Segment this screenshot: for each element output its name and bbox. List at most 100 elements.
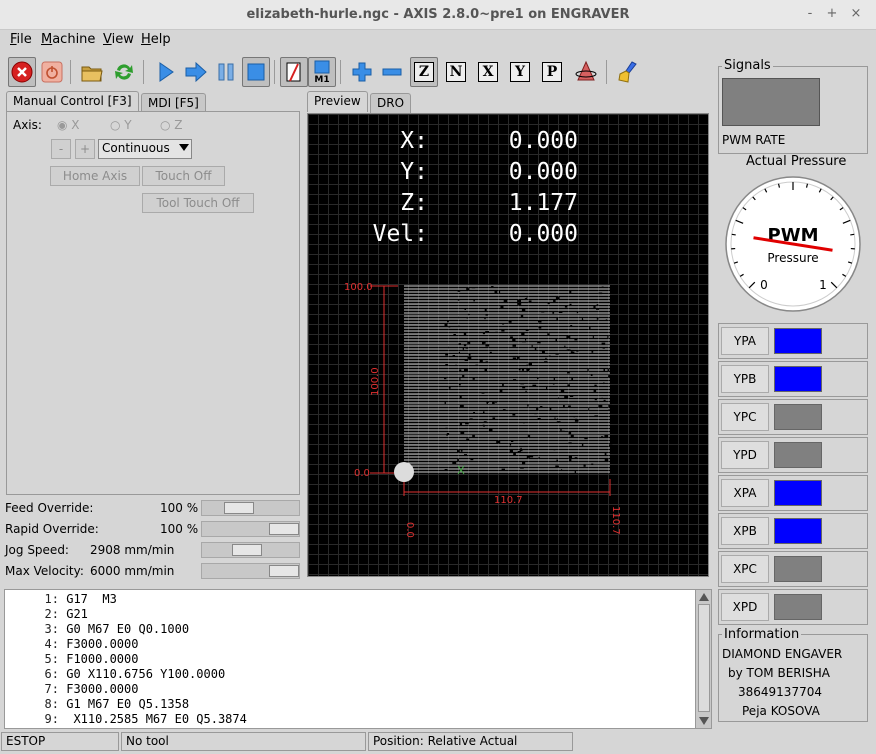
close-button[interactable]: ×: [848, 6, 864, 22]
raster-gap: [525, 390, 527, 393]
axis-radio-z[interactable]: ○ Z: [160, 118, 183, 132]
menu-machine[interactable]: Machine: [41, 32, 95, 47]
pause-button[interactable]: [212, 57, 240, 87]
raster-gap: [574, 338, 578, 341]
jog-minus-button[interactable]: -: [51, 139, 71, 159]
menu-view[interactable]: View: [103, 32, 134, 47]
jog-speed-slider[interactable]: [201, 542, 300, 558]
view-x-icon: X: [478, 62, 498, 82]
raster-gap: [566, 335, 571, 338]
clear-backplot-button[interactable]: [614, 57, 642, 87]
open-file-button[interactable]: [78, 57, 106, 87]
signal-button-xpd[interactable]: XPD: [721, 593, 769, 621]
position-mode: Position: Relative Actual: [368, 732, 573, 751]
estop-icon: [11, 61, 33, 83]
raster-gap: [538, 340, 540, 343]
run-button[interactable]: [152, 57, 180, 87]
zoom-out-button[interactable]: [378, 57, 406, 87]
menu-help[interactable]: Help: [141, 32, 171, 47]
stop-button[interactable]: [242, 57, 270, 87]
tab-dro[interactable]: DRO: [370, 93, 412, 113]
slider-thumb[interactable]: [269, 565, 299, 577]
raster-gap: [568, 442, 572, 445]
raster-gap: [574, 471, 576, 474]
raster-gap: [609, 444, 613, 447]
raster-gap: [499, 390, 503, 393]
raster-gap: [541, 310, 545, 313]
view-y-button[interactable]: Y: [506, 57, 534, 87]
signal-button-ypb[interactable]: YPB: [721, 365, 769, 393]
raster-gap: [522, 386, 526, 389]
raster-gap: [485, 313, 488, 316]
signal-button-xpa[interactable]: XPA: [721, 479, 769, 507]
raster-gap: [503, 361, 507, 364]
raster-gap: [528, 300, 532, 303]
raster-gap: [462, 375, 465, 378]
view-x-button[interactable]: X: [474, 57, 502, 87]
slider-thumb[interactable]: [232, 544, 262, 556]
max-velocity-label: Max Velocity:: [5, 564, 84, 578]
rotate-view-button[interactable]: [572, 57, 600, 87]
scroll-up-icon[interactable]: [699, 593, 709, 601]
view-z-button[interactable]: Z: [410, 57, 438, 87]
max-velocity-slider[interactable]: [201, 563, 300, 579]
preview-canvas[interactable]: X: 0.000 Y: 0.000 Z: 1.177 Vel: 0.000 100.0 …: [307, 113, 709, 577]
raster-gap: [483, 411, 485, 414]
touch-off-button[interactable]: Touch Off: [142, 166, 225, 186]
gcode-listing[interactable]: 1: G17 M3 2: G21 3: G0 M67 E0 Q0.1000 4:…: [4, 589, 712, 729]
raster-gap: [473, 412, 475, 414]
feed-override-slider[interactable]: [201, 500, 300, 516]
toolpath-plot: 100.0 0.0 100.0 110.7 0.0 110.7: [344, 282, 621, 538]
jog-plus-button[interactable]: +: [75, 139, 95, 159]
raster-gap: [570, 434, 574, 437]
raster-gap: [560, 429, 562, 432]
menu-file[interactable]: File: [10, 32, 32, 47]
rapid-override-slider[interactable]: [201, 521, 300, 537]
raster-gap: [502, 322, 505, 325]
signal-button-xpc[interactable]: XPC: [721, 555, 769, 583]
raster-gap: [554, 417, 556, 420]
raster-gap: [534, 412, 537, 415]
home-axis-button[interactable]: Home Axis: [50, 166, 140, 186]
raster-gap: [552, 382, 555, 385]
optional-stop-toggle[interactable]: M1: [308, 57, 336, 87]
signal-button-ypc[interactable]: YPC: [721, 403, 769, 431]
axis-radio-x[interactable]: ◉ X: [57, 118, 80, 132]
signal-button-ypa[interactable]: YPA: [721, 327, 769, 355]
signal-button-ypd[interactable]: YPD: [721, 441, 769, 469]
view-perspective-button[interactable]: P: [538, 57, 566, 87]
step-button[interactable]: [182, 57, 210, 87]
minimize-button[interactable]: -: [802, 6, 818, 22]
raster-gap: [526, 364, 529, 367]
gcode-line: 4: F3000.0000: [44, 637, 139, 651]
raster-gap: [453, 334, 456, 336]
axis-radio-y[interactable]: ○ Y: [110, 118, 132, 132]
scroll-thumb[interactable]: [698, 604, 710, 712]
raster-gap: [571, 378, 573, 381]
slider-thumb[interactable]: [269, 523, 299, 535]
scroll-down-icon[interactable]: [699, 717, 709, 725]
reload-button[interactable]: [110, 57, 138, 87]
raster-gap: [608, 375, 612, 378]
slider-thumb[interactable]: [224, 502, 254, 514]
machine-power-button[interactable]: [38, 57, 66, 87]
view-z2-button[interactable]: N: [442, 57, 470, 87]
raster-gap: [459, 378, 461, 381]
raster-gap: [534, 347, 537, 350]
raster-gap: [457, 289, 461, 292]
raster-gap: [465, 422, 469, 425]
tab-manual-control[interactable]: Manual Control [F3]: [6, 91, 139, 112]
signal-button-xpb[interactable]: XPB: [721, 517, 769, 545]
maximize-button[interactable]: +: [824, 6, 840, 22]
tab-preview[interactable]: Preview: [307, 91, 368, 112]
tab-mdi[interactable]: MDI [F5]: [141, 93, 206, 113]
raster-gap: [605, 319, 608, 322]
raster-gap: [457, 450, 460, 453]
block-delete-toggle[interactable]: [280, 57, 308, 87]
zoom-in-button[interactable]: [348, 57, 376, 87]
jog-mode-select[interactable]: Continuous: [98, 139, 192, 159]
tool-touch-off-button[interactable]: Tool Touch Off: [142, 193, 254, 213]
estop-button[interactable]: [8, 57, 36, 87]
gcode-scrollbar[interactable]: [695, 590, 711, 728]
gauge-tick: [731, 233, 736, 236]
